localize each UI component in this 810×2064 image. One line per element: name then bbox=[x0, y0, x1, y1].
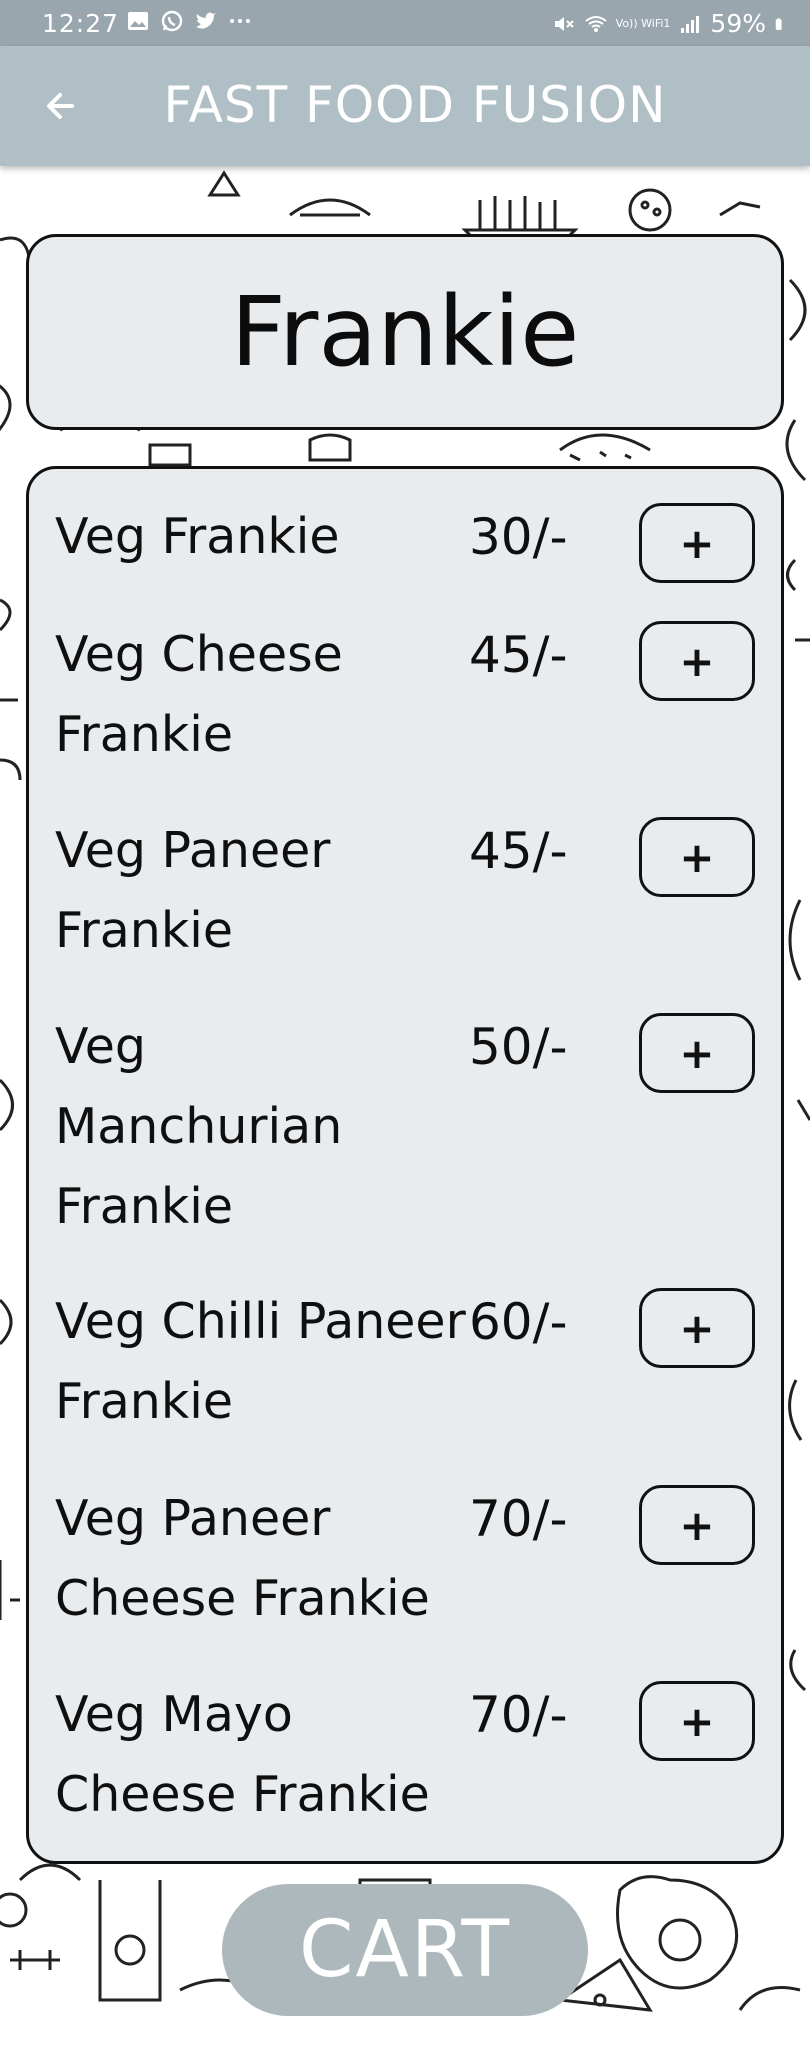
item-name: Veg Manchurian Frankie bbox=[55, 1018, 343, 1235]
network-label: Vo)) WiFi1 bbox=[615, 17, 671, 30]
wifi-icon bbox=[585, 15, 607, 32]
add-item-button[interactable]: + bbox=[639, 621, 755, 701]
add-item-button[interactable]: + bbox=[639, 1681, 755, 1761]
back-arrow-icon bbox=[47, 93, 74, 119]
category-title-card: Frankie bbox=[26, 234, 784, 430]
image-icon bbox=[128, 12, 148, 30]
item-name: Veg Cheese Frankie bbox=[55, 626, 343, 763]
item-name: Veg Paneer Frankie bbox=[55, 822, 331, 959]
add-item-button[interactable]: + bbox=[639, 1013, 755, 1093]
status-time: 12:27 bbox=[42, 9, 120, 38]
item-price: 45/- bbox=[469, 626, 568, 684]
notification-icons bbox=[126, 9, 252, 33]
back-button[interactable] bbox=[36, 82, 84, 130]
battery-icon bbox=[775, 17, 782, 30]
screen: 12:27 Vo)) WiFi1 59% FAST FOOD FUSION Fr… bbox=[0, 0, 810, 2064]
whatsapp-icon bbox=[161, 10, 183, 32]
more-dots-icon bbox=[230, 19, 250, 23]
mute-icon bbox=[554, 16, 574, 31]
app-title: FAST FOOD FUSION bbox=[163, 76, 667, 134]
item-price: 50/- bbox=[469, 1018, 568, 1076]
item-price: 45/- bbox=[469, 822, 568, 880]
item-price: 70/- bbox=[469, 1686, 568, 1744]
add-item-button[interactable]: + bbox=[639, 1485, 755, 1565]
item-name: Veg Frankie bbox=[55, 508, 340, 565]
item-price: 70/- bbox=[469, 1490, 568, 1548]
cart-button[interactable]: CART bbox=[222, 1884, 588, 2016]
category-title: Frankie bbox=[230, 276, 580, 388]
item-name: Veg Mayo Cheese Frankie bbox=[55, 1686, 430, 1823]
status-bar: 12:27 Vo)) WiFi1 59% bbox=[0, 0, 810, 46]
twitter-icon bbox=[196, 12, 216, 29]
signal-icon bbox=[681, 15, 700, 33]
menu-list: Veg Frankie 30/- + Veg Cheese Frankie 45… bbox=[26, 466, 784, 1864]
app-toolbar: FAST FOOD FUSION bbox=[0, 46, 810, 166]
item-name: Veg Chilli Paneer Frankie bbox=[55, 1293, 466, 1430]
system-icons: Vo)) WiFi1 59% bbox=[552, 9, 788, 38]
add-item-button[interactable]: + bbox=[639, 1288, 755, 1368]
add-item-button[interactable]: + bbox=[639, 503, 755, 583]
item-name: Veg Paneer Cheese Frankie bbox=[55, 1490, 430, 1627]
battery-percent: 59% bbox=[710, 9, 766, 38]
item-price: 30/- bbox=[469, 508, 568, 566]
add-item-button[interactable]: + bbox=[639, 817, 755, 897]
item-price: 60/- bbox=[469, 1293, 568, 1351]
